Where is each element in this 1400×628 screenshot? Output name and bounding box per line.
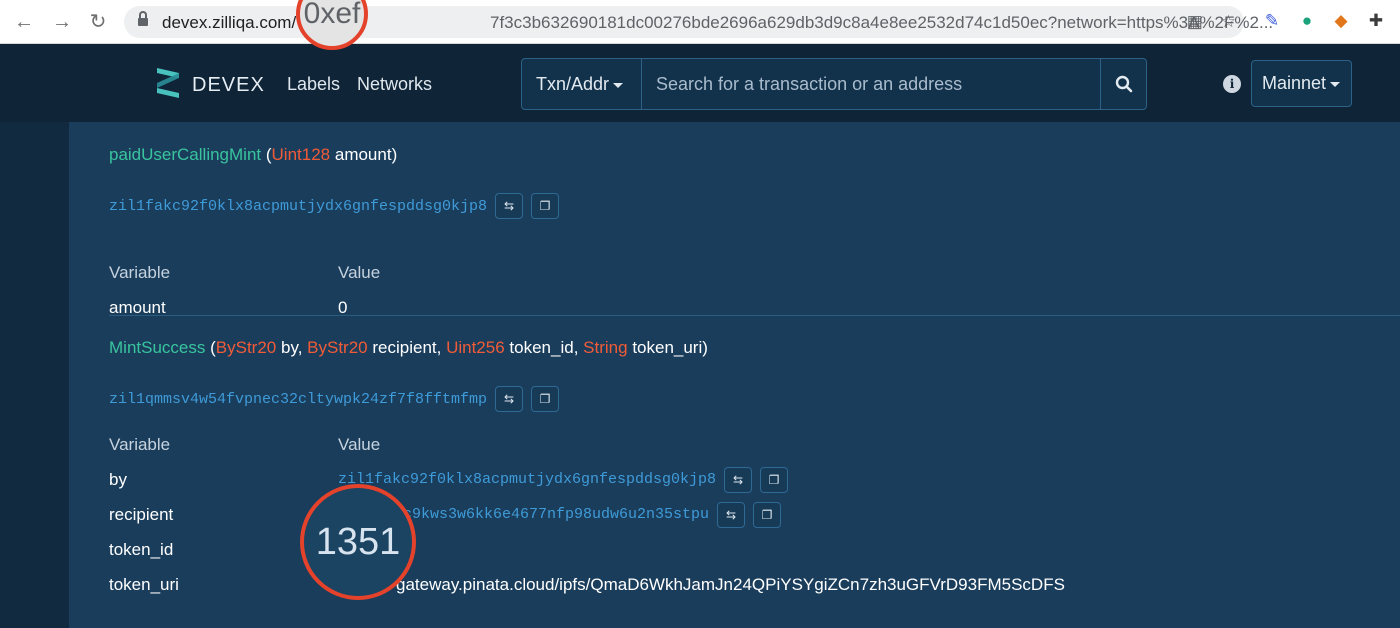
table-row: amount 0 bbox=[109, 290, 380, 325]
variable-name: token_uri bbox=[109, 574, 179, 594]
param-type: Uint256 bbox=[446, 338, 505, 357]
caret-down-icon bbox=[613, 82, 624, 88]
variable-name: by bbox=[109, 469, 127, 489]
swap-format-icon[interactable]: ⇆ bbox=[495, 386, 524, 412]
token-id-zoom-text: 1351 bbox=[315, 520, 401, 563]
forward-icon[interactable]: → bbox=[50, 10, 74, 34]
table-row: recipient pc9kws3w6kk6e4677nfp98udw6u2n3… bbox=[109, 497, 1065, 532]
swap-format-icon[interactable]: ⇆ bbox=[717, 501, 746, 528]
param-type: Uint128 bbox=[271, 145, 331, 164]
event-paidUserCallingMint: paidUserCallingMint (Uint128 amount) zil… bbox=[109, 145, 1359, 317]
copy-icon[interactable]: ❐ bbox=[531, 386, 560, 412]
table-row: token_id bbox=[109, 532, 1065, 567]
variables-table: Variable Value by zil1fakc92f0klx8acpmut… bbox=[109, 427, 1065, 602]
token-id-highlight-ring: 1351 bbox=[300, 484, 416, 600]
event-signature: paidUserCallingMint (Uint128 amount) bbox=[109, 145, 398, 164]
address-value-link[interactable]: zil1fakc92f0klx8acpmutjydx6gnfespddsg0kj… bbox=[338, 471, 716, 488]
zilliqa-logo-icon[interactable] bbox=[155, 66, 181, 100]
browser-toolbar: ← → ↻ devex.zilliqa.com/ 7f3c3b632690181… bbox=[0, 0, 1400, 44]
param-name: token_uri bbox=[632, 338, 703, 357]
event-MintSuccess: MintSuccess (ByStr20 by, ByStr20 recipie… bbox=[109, 338, 1359, 594]
search-input[interactable] bbox=[643, 59, 1101, 109]
variable-value: gateway.pinata.cloud/ipfs/QmaD6WkhJamJn2… bbox=[396, 574, 1065, 594]
puzzle-extensions-icon[interactable]: ✚ bbox=[1366, 11, 1386, 31]
copy-icon[interactable]: ❐ bbox=[753, 501, 782, 528]
network-label: Mainnet bbox=[1262, 73, 1327, 93]
address-bar[interactable]: devex.zilliqa.com/ 7f3c3b632690181dc0027… bbox=[124, 6, 1273, 38]
caret-down-icon bbox=[1330, 81, 1341, 87]
events-card: paidUserCallingMint (Uint128 amount) zil… bbox=[69, 122, 1400, 628]
event-name: paidUserCallingMint bbox=[109, 145, 262, 164]
qr-code-icon[interactable]: ▦ bbox=[1187, 12, 1203, 32]
section-divider bbox=[109, 315, 1400, 316]
table-row: token_uri gateway.pinata.cloud/ipfs/QmaD… bbox=[109, 567, 1065, 602]
brand-name[interactable]: DEVEX bbox=[192, 74, 265, 97]
extension-grammar-icon[interactable]: ● bbox=[1297, 11, 1317, 31]
param-name: by bbox=[280, 338, 298, 357]
param-name: recipient bbox=[372, 338, 437, 357]
param-name: amount bbox=[334, 145, 392, 164]
swap-format-icon[interactable]: ⇆ bbox=[724, 466, 753, 493]
column-header-value: Value bbox=[338, 434, 381, 454]
url-host: devex.zilliqa.com/ bbox=[162, 13, 297, 32]
nav-link-networks[interactable]: Networks bbox=[357, 74, 432, 95]
search-group: Txn/Addr bbox=[521, 58, 1147, 110]
app-navbar: DEVEX Labels Networks Txn/Addr i Mainnet bbox=[0, 44, 1400, 122]
metamask-fox-icon[interactable]: ◆ bbox=[1331, 11, 1351, 31]
event-signature: MintSuccess (ByStr20 by, ByStr20 recipie… bbox=[109, 338, 708, 357]
contract-address-link[interactable]: zil1qmmsv4w54fvpnec32cltywpk24zf7f8fftmf… bbox=[109, 391, 487, 408]
network-dropdown[interactable]: Mainnet bbox=[1251, 60, 1352, 107]
param-type: String bbox=[583, 338, 628, 357]
column-header-variable: Variable bbox=[109, 434, 171, 454]
search-icon bbox=[1115, 75, 1132, 93]
table-header: Variable Value bbox=[109, 255, 380, 290]
nav-link-labels[interactable]: Labels bbox=[287, 74, 340, 95]
copy-icon[interactable]: ❐ bbox=[531, 193, 560, 219]
search-button[interactable] bbox=[1100, 59, 1146, 109]
param-type: ByStr20 bbox=[307, 338, 368, 357]
address-value-link[interactable]: pc9kws3w6kk6e4677nfp98udw6u2n35stpu bbox=[394, 506, 709, 523]
lock-icon bbox=[138, 11, 148, 27]
info-icon[interactable]: i bbox=[1223, 75, 1241, 93]
back-icon[interactable]: ← bbox=[12, 10, 36, 34]
contract-address-link[interactable]: zil1fakc92f0klx8acpmutjydx6gnfespddsg0kj… bbox=[109, 198, 487, 215]
reload-icon[interactable]: ↻ bbox=[86, 10, 110, 34]
bookmark-star-icon[interactable]: ☆ bbox=[1221, 12, 1236, 32]
search-type-label: Txn/Addr bbox=[536, 74, 610, 94]
event-name: MintSuccess bbox=[109, 338, 206, 357]
column-header-variable: Variable bbox=[109, 262, 171, 282]
extension-feather-icon[interactable]: ✎ bbox=[1262, 11, 1282, 31]
column-header-value: Value bbox=[338, 262, 381, 282]
search-type-dropdown[interactable]: Txn/Addr bbox=[522, 59, 642, 109]
swap-format-icon[interactable]: ⇆ bbox=[495, 193, 524, 219]
table-row: by zil1fakc92f0klx8acpmutjydx6gnfespddsg… bbox=[109, 462, 1065, 497]
param-type: ByStr20 bbox=[215, 338, 277, 357]
table-header: Variable Value bbox=[109, 427, 1065, 462]
param-name: token_id bbox=[509, 338, 574, 357]
url-zoom-text: 0xef bbox=[303, 0, 361, 30]
url-path: 7f3c3b632690181dc00276bde2696a629db3d9c8… bbox=[490, 13, 1274, 32]
copy-icon[interactable]: ❐ bbox=[760, 466, 789, 493]
